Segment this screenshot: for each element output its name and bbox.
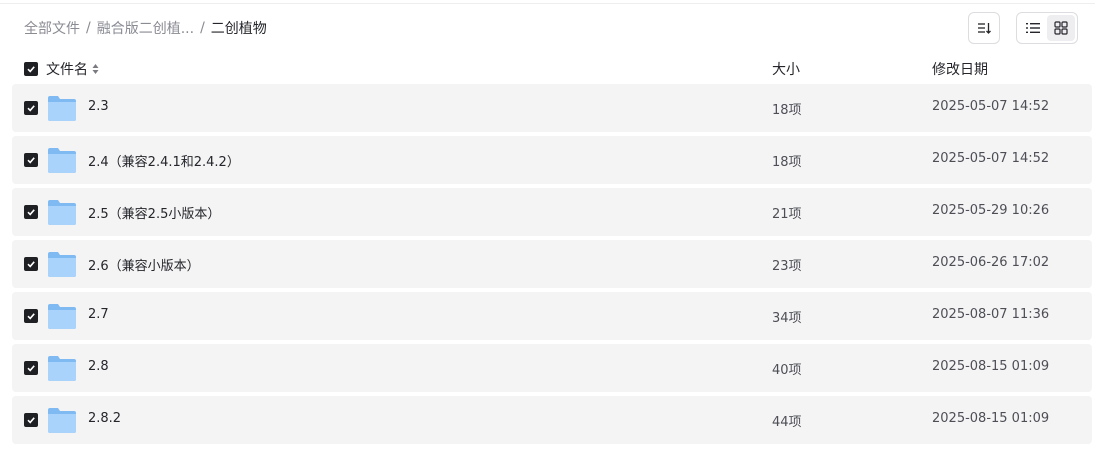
list-view-icon <box>1026 23 1040 33</box>
date-column-header[interactable]: 修改日期 <box>932 59 988 79</box>
item-count: 23项 <box>772 259 802 274</box>
folder-icon <box>48 356 76 381</box>
row-checkbox[interactable] <box>24 361 38 375</box>
size-column-header[interactable]: 大小 <box>772 59 800 79</box>
file-name[interactable]: 2.3 <box>88 99 109 114</box>
grid-view-icon <box>1054 21 1068 35</box>
table-header: 文件名 大小 修改日期 <box>0 56 1095 80</box>
modified-date: 2025-05-29 10:26 <box>932 203 1050 218</box>
modified-date: 2025-08-15 01:09 <box>932 411 1050 426</box>
folder-icon <box>48 304 76 329</box>
item-count: 18项 <box>772 155 802 170</box>
view-mode-toggle <box>1016 12 1078 44</box>
grid-view-button[interactable] <box>1047 15 1075 41</box>
sort-button[interactable] <box>968 12 1000 44</box>
modified-date: 2025-08-07 11:36 <box>932 307 1050 322</box>
breadcrumb-current: 二创植物 <box>210 21 267 37</box>
modified-date: 2025-06-26 17:02 <box>932 255 1050 270</box>
modified-date: 2025-08-15 01:09 <box>932 359 1050 374</box>
row-checkbox[interactable] <box>24 101 38 115</box>
file-name[interactable]: 2.8.2 <box>88 411 121 426</box>
name-header-label: 文件名 <box>46 62 88 78</box>
breadcrumb: 全部文件 / 融合版二创植... / 二创植物 <box>24 18 267 38</box>
name-column-header[interactable]: 文件名 <box>46 59 99 79</box>
sort-toggle-icon <box>92 63 99 75</box>
breadcrumb-separator: / <box>86 20 91 36</box>
row-checkbox[interactable] <box>24 413 38 427</box>
file-name[interactable]: 2.7 <box>88 307 109 322</box>
modified-date: 2025-05-07 14:52 <box>932 99 1050 114</box>
modified-date: 2025-05-07 14:52 <box>932 151 1050 166</box>
row-checkbox[interactable] <box>24 153 38 167</box>
item-count: 18项 <box>772 103 802 118</box>
check-icon <box>27 365 35 372</box>
file-name[interactable]: 2.8 <box>88 359 109 374</box>
sort-desc-icon <box>978 23 991 34</box>
row-checkbox[interactable] <box>24 309 38 323</box>
table-row[interactable]: 2.8.2 44项 2025-08-15 01:09 <box>12 396 1092 444</box>
row-checkbox[interactable] <box>24 257 38 271</box>
folder-icon <box>48 252 76 277</box>
table-row[interactable]: 2.6（兼容小版本） 23项 2025-06-26 17:02 <box>12 240 1092 288</box>
check-icon <box>27 261 35 268</box>
row-checkbox[interactable] <box>24 205 38 219</box>
file-name[interactable]: 2.6（兼容小版本） <box>88 255 200 274</box>
check-icon <box>27 157 35 164</box>
table-row[interactable]: 2.7 34项 2025-08-07 11:36 <box>12 292 1092 340</box>
top-divider <box>0 3 1095 4</box>
check-icon <box>27 417 35 424</box>
folder-icon <box>48 200 76 225</box>
item-count: 40项 <box>772 363 802 378</box>
file-name[interactable]: 2.5（兼容2.5小版本） <box>88 203 220 222</box>
item-count: 34项 <box>772 311 802 326</box>
table-row[interactable]: 2.4（兼容2.4.1和2.4.2） 18项 2025-05-07 14:52 <box>12 136 1092 184</box>
breadcrumb-parent[interactable]: 融合版二创植... <box>97 18 194 38</box>
table-row[interactable]: 2.3 18项 2025-05-07 14:52 <box>12 84 1092 132</box>
list-view-button[interactable] <box>1019 15 1047 41</box>
table-row[interactable]: 2.5（兼容2.5小版本） 21项 2025-05-29 10:26 <box>12 188 1092 236</box>
file-name[interactable]: 2.4（兼容2.4.1和2.4.2） <box>88 151 240 170</box>
check-icon <box>27 313 35 320</box>
folder-icon <box>48 148 76 173</box>
folder-icon <box>48 96 76 121</box>
item-count: 21项 <box>772 207 802 222</box>
breadcrumb-root[interactable]: 全部文件 <box>24 18 80 38</box>
check-icon <box>27 209 35 216</box>
check-icon <box>27 105 35 112</box>
breadcrumb-separator: / <box>200 20 205 36</box>
table-row[interactable]: 2.8 40项 2025-08-15 01:09 <box>12 344 1092 392</box>
folder-icon <box>48 408 76 433</box>
item-count: 44项 <box>772 415 802 430</box>
